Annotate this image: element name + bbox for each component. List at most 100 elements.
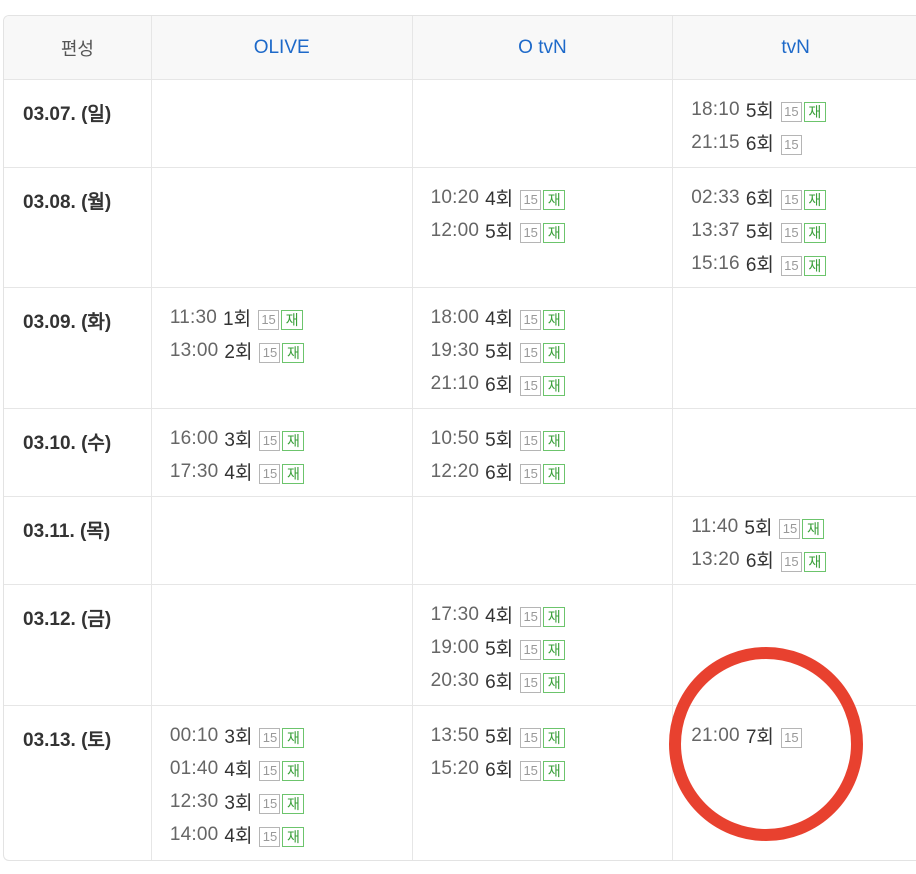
table-row: 03.13. (토) 00:10 3회 15 재 01:40 4회 15 재 12:30 3회 15 재…	[4, 706, 916, 860]
schedule-cell-tvn	[673, 288, 916, 408]
episode-number: 4회	[485, 606, 514, 627]
episode-number: 5회	[745, 101, 774, 122]
airtime-entry[interactable]: 13:50 5회 15 재	[431, 719, 673, 752]
rerun-badge: 재	[282, 760, 305, 781]
schedule-cell-tvn: 11:40 5회 15 재 13:20 6회 15 재	[673, 497, 916, 584]
airtime-entry[interactable]: 19:30 5회 15 재	[431, 334, 673, 367]
airtime-entry[interactable]: 15:20 6회 15 재	[431, 752, 673, 785]
airtime-entry[interactable]: 15:16 6회 15 재	[691, 247, 916, 280]
airtime-time: 17:30	[430, 603, 480, 625]
age-rating-badge: 15	[780, 101, 802, 122]
airtime-time: 12:20	[430, 460, 480, 482]
channel-header-otvn[interactable]: O tvN	[413, 16, 674, 79]
age-rating-badge: 15	[259, 463, 281, 484]
airtime-entry[interactable]: 12:00 5회 15 재	[431, 214, 673, 247]
airtime-entry[interactable]: 13:37 5회 15 재	[691, 214, 916, 247]
schedule-cell-olive: 16:00 3회 15 재 17:30 4회 15 재	[152, 409, 413, 496]
airtime-entry[interactable]: 13:00 2회 15 재	[170, 334, 412, 367]
slot-list: 11:40 5회 15 재 13:20 6회 15 재	[673, 497, 916, 576]
table-row: 03.10. (수) 16:00 3회 15 재 17:30 4회 15 재 10:50 5회 15 재…	[4, 409, 916, 497]
airtime-time: 19:00	[430, 636, 480, 658]
slot-list: 21:00 7회 15	[673, 706, 916, 752]
rerun-badge: 재	[803, 189, 826, 210]
airtime-time: 01:40	[169, 757, 219, 779]
airtime-entry[interactable]: 18:00 4회 15 재	[431, 301, 673, 334]
age-rating-badge: 15	[259, 727, 281, 748]
airtime-entry[interactable]: 01:40 4회 15 재	[170, 752, 412, 785]
airtime-entry[interactable]: 20:30 6회 15 재	[431, 664, 673, 697]
airtime-time: 13:50	[430, 724, 480, 746]
episode-number: 6회	[485, 375, 514, 396]
airtime-time: 10:50	[430, 427, 480, 449]
slot-list: 16:00 3회 15 재 17:30 4회 15 재	[152, 409, 412, 488]
age-rating-badge: 15	[520, 189, 542, 210]
airtime-time: 21:10	[430, 372, 480, 394]
episode-number: 5회	[745, 222, 774, 243]
channel-header-olive[interactable]: OLIVE	[152, 16, 413, 79]
slot-list	[673, 409, 916, 422]
age-rating-badge: 15	[259, 826, 281, 847]
airtime-time: 20:30	[430, 669, 480, 691]
episode-number: 4회	[485, 309, 514, 330]
slot-list	[152, 497, 412, 510]
channel-link-tvn[interactable]: tvN	[781, 37, 810, 59]
slot-list	[152, 585, 412, 598]
episode-number: 6회	[485, 463, 514, 484]
schedule-cell-otvn	[413, 497, 674, 584]
slot-list: 02:33 6회 15 재 13:37 5회 15 재 15:16 6회 15 재	[673, 168, 916, 280]
slot-list: 18:10 5회 15 재 21:15 6회 15	[673, 80, 916, 159]
airtime-time: 13:20	[691, 548, 740, 570]
episode-number: 5회	[485, 430, 514, 451]
schedule-cell-tvn: 18:10 5회 15 재 21:15 6회 15	[673, 80, 916, 167]
rerun-badge: 재	[281, 309, 304, 330]
table-row: 03.12. (금) 17:30 4회 15 재 19:00 5회 15 재 20:30 6회 15 재	[4, 585, 916, 706]
airtime-entry[interactable]: 16:00 3회 15 재	[170, 422, 412, 455]
rerun-badge: 재	[282, 463, 305, 484]
rerun-badge: 재	[543, 222, 566, 243]
airtime-time: 17:30	[169, 460, 219, 482]
airtime-entry[interactable]: 18:10 5회 15 재	[691, 93, 916, 126]
episode-number: 4회	[224, 760, 253, 781]
airtime-entry[interactable]: 00:10 3회 15 재	[170, 719, 412, 752]
episode-number: 4회	[224, 463, 253, 484]
airtime-entry[interactable]: 02:33 6회 15 재	[691, 181, 916, 214]
airtime-entry[interactable]: 21:10 6회 15 재	[431, 367, 673, 400]
channel-link-otvn[interactable]: O tvN	[518, 37, 567, 59]
airtime-entry[interactable]: 17:30 4회 15 재	[431, 598, 673, 631]
age-rating-badge: 15	[520, 606, 542, 627]
airtime-entry[interactable]: 11:30 1회 15 재	[170, 301, 412, 334]
airtime-entry[interactable]: 21:15 6회 15	[691, 126, 916, 159]
airtime-entry[interactable]: 10:20 4회 15 재	[431, 181, 673, 214]
airtime-entry[interactable]: 14:00 4회 15 재	[170, 818, 412, 851]
channel-link-olive[interactable]: OLIVE	[254, 37, 310, 59]
rerun-badge: 재	[543, 639, 566, 660]
age-rating-badge: 15	[520, 430, 542, 451]
airtime-entry[interactable]: 17:30 4회 15 재	[170, 455, 412, 488]
rerun-badge: 재	[543, 309, 566, 330]
rerun-badge: 재	[543, 672, 566, 693]
table-row: 03.11. (목) 11:40 5회 15 재 13:20 6회 15 재	[4, 497, 916, 585]
channel-header-tvn[interactable]: tvN	[673, 16, 916, 79]
airtime-entry[interactable]: 12:20 6회 15 재	[431, 455, 673, 488]
age-rating-badge: 15	[520, 760, 542, 781]
airtime-time: 16:00	[169, 427, 219, 449]
episode-number: 3회	[224, 430, 253, 451]
slot-list: 13:50 5회 15 재 15:20 6회 15 재	[413, 706, 673, 785]
schedule-date: 03.11. (목)	[4, 497, 152, 584]
airtime-entry[interactable]: 13:20 6회 15 재	[691, 543, 916, 576]
age-rating-badge: 15	[779, 518, 801, 539]
airtime-time: 13:00	[169, 339, 219, 361]
airtime-time: 21:15	[691, 131, 740, 153]
airtime-entry[interactable]: 11:40 5회 15 재	[691, 510, 916, 543]
episode-number: 3회	[224, 793, 253, 814]
airtime-entry[interactable]: 21:00 7회 15	[691, 719, 916, 752]
airtime-entry[interactable]: 10:50 5회 15 재	[431, 422, 673, 455]
episode-number: 6회	[745, 189, 774, 210]
airtime-entry[interactable]: 12:30 3회 15 재	[170, 785, 412, 818]
table-row: 03.09. (화) 11:30 1회 15 재 13:00 2회 15 재 18:00 4회 15 재…	[4, 288, 916, 409]
schedule-cell-otvn: 13:50 5회 15 재 15:20 6회 15 재	[413, 706, 674, 860]
episode-number: 5회	[485, 727, 514, 748]
episode-number: 5회	[485, 639, 514, 660]
slot-list	[152, 168, 412, 181]
airtime-entry[interactable]: 19:00 5회 15 재	[431, 631, 673, 664]
